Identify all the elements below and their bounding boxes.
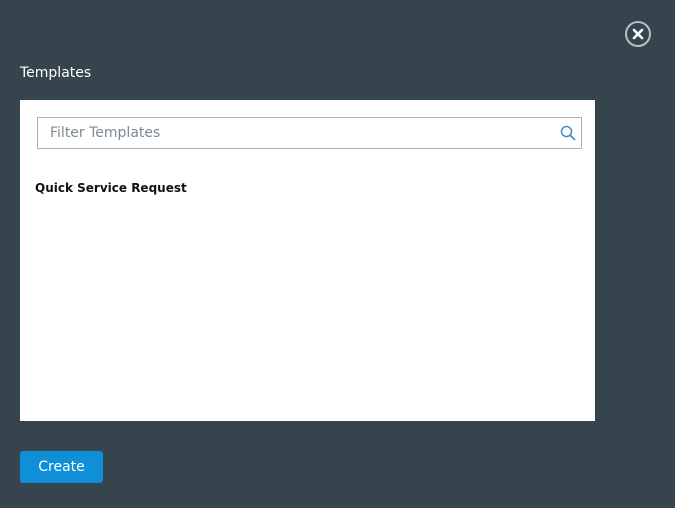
filter-box [37, 117, 582, 149]
template-item-quick-service-request[interactable]: Quick Service Request [35, 179, 580, 197]
filter-templates-input[interactable] [38, 118, 581, 148]
templates-panel: Quick Service Request [20, 100, 595, 421]
create-button[interactable]: Create [20, 451, 103, 483]
close-button[interactable] [625, 21, 651, 47]
template-list: Quick Service Request [35, 179, 580, 197]
dialog-title: Templates [20, 65, 92, 81]
search-icon[interactable] [560, 125, 576, 141]
close-icon [632, 28, 644, 40]
